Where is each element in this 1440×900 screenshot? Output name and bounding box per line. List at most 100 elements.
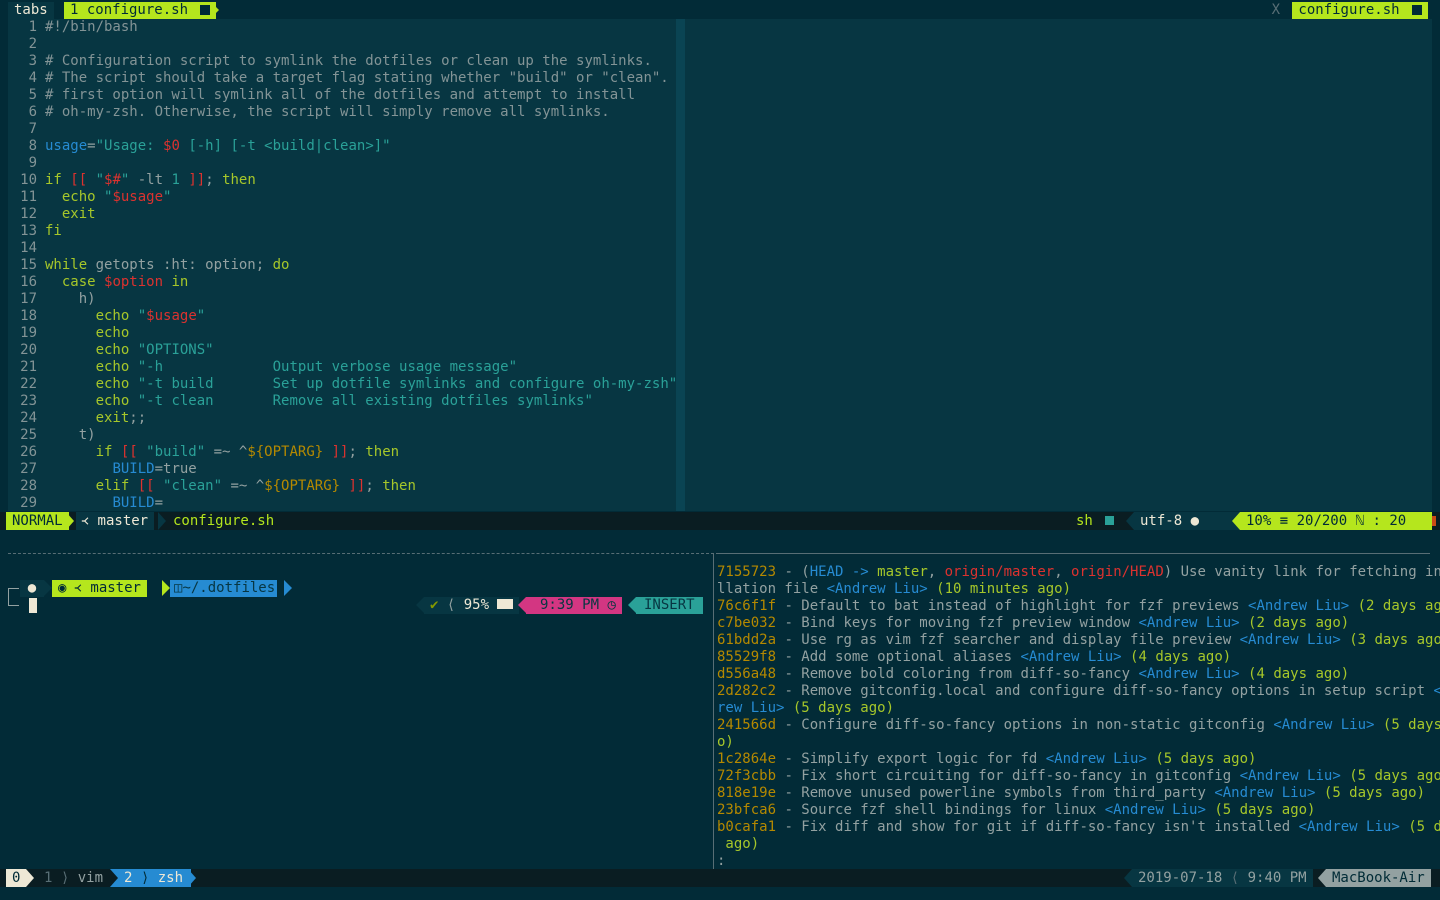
window-arrow-end (188, 869, 196, 887)
path-arrow (284, 580, 292, 597)
git-log-line: 818e19e - Remove unused powerline symbol… (717, 785, 1435, 802)
code-token: # Configuration script to symlink the do… (45, 53, 652, 69)
code-token: ${OPTARG} (264, 478, 341, 494)
code-line[interactable]: 14 (8, 240, 676, 257)
code-line[interactable]: 23 echo "-t clean Remove all existing do… (8, 393, 676, 410)
vim-tabline: tabs 1 configure.sh X configure.sh (0, 2, 1440, 19)
log-token: <Andrew Liu> (1239, 632, 1341, 648)
log-token: <Andrew Liu> (1298, 819, 1400, 835)
code-line[interactable]: 27 BUILD=true (8, 461, 676, 478)
code-line[interactable]: 16 case $option in (8, 274, 676, 291)
code-token: exit (95, 410, 130, 426)
code-token: echo (95, 393, 138, 409)
code-token: $# (104, 172, 121, 188)
code-token: "OPTIONS" (137, 342, 214, 358)
code-line[interactable]: 6 # oh-my-zsh. Otherwise, the script will… (8, 104, 676, 121)
log-token: <Andrew Liu> (1138, 666, 1240, 682)
git-log-line: 72f3cbb - Fix short circuiting for diff-… (717, 768, 1440, 785)
code-line[interactable]: 12 exit (8, 206, 676, 223)
vim-statusline: NORMAL ᚜ master configure.sh sh utf-8 ● … (0, 512, 1440, 530)
log-token: 241566d (717, 717, 777, 733)
code-line[interactable]: 29 BUILD= (8, 495, 676, 511)
branch-arrow (158, 512, 166, 530)
code-line[interactable]: 9 (8, 155, 676, 172)
host-name: MacBook-Air (1326, 869, 1431, 887)
git-log-line: 23bfca6 - Source fzf shell bindings for … (717, 802, 1435, 819)
code-line[interactable]: 24 exit;; (8, 410, 676, 427)
line-number: 8 (28, 138, 37, 154)
log-token: (5 days (1408, 819, 1440, 835)
line-number: 12 (20, 206, 37, 222)
vi-mode-indicator: INSERT (636, 597, 703, 614)
code-line[interactable]: 3 # Configuration script to symlink the d… (8, 53, 676, 70)
code-line[interactable]: 5 # first option will symlink all of the … (8, 87, 676, 104)
code-token: echo (95, 308, 138, 324)
column-icon: ℕ (1355, 513, 1365, 529)
code-line[interactable]: 18 echo "$usage" (8, 308, 676, 325)
horizontal-split-divider-right[interactable] (716, 553, 1430, 555)
code-line[interactable]: 21 echo "-h Output verbose usage message… (8, 359, 676, 376)
pane-divider[interactable] (713, 554, 714, 870)
code-line[interactable]: 19 echo (8, 325, 676, 342)
zsh-pane[interactable]: ● ◉ ᚜ master ◫~/.dotfiles ✔ ⟨ 95% 9:39 P… (0, 554, 713, 869)
code-token: = (87, 138, 96, 154)
line-number: 4 (28, 70, 37, 86)
git-segment: ◉ ᚜ master (52, 580, 147, 597)
filetype-label: sh (1076, 513, 1093, 529)
line-number: 16 (20, 274, 37, 290)
code-token: $0 (163, 138, 180, 154)
time-arrow (518, 597, 526, 614)
code-line[interactable]: 28 elif [[ "clean" =~ ^${OPTARG} ]]; the… (8, 478, 676, 495)
code-line[interactable]: 17 h) (8, 291, 676, 308)
column-position: : 20 (1372, 513, 1407, 529)
separator-icon: ⟩ (140, 870, 150, 886)
code-line[interactable]: 11 echo "$usage" (8, 189, 676, 206)
encoding-indicator: utf-8 ● (1134, 512, 1240, 530)
line-number: 27 (20, 461, 37, 477)
status-segment: ✔ ⟨ 95% (424, 597, 520, 614)
git-log-line: 7155723 - (HEAD -> master, origin/master… (717, 564, 1440, 581)
vim-editor-pane[interactable]: 1 #!/bin/bash 2 3 # Configuration script to … (8, 19, 676, 511)
code-token: ]] (323, 444, 349, 460)
code-line[interactable]: 1 #!/bin/bash (8, 19, 676, 36)
code-token: if (95, 444, 121, 460)
code-line[interactable]: 2 (8, 36, 676, 53)
log-token: - Source fzf shell bindings for linux (776, 802, 1105, 818)
close-tab-button[interactable]: X (1262, 2, 1290, 19)
code-line[interactable]: 7 (8, 121, 676, 138)
code-line[interactable]: 25 t) (8, 427, 676, 444)
code-line[interactable]: 20 echo "OPTIONS" (8, 342, 676, 359)
code-token: if (45, 172, 71, 188)
scroll-percent: 10% (1246, 513, 1272, 529)
code-line[interactable]: 15 while getopts :ht: option; do (8, 257, 676, 274)
window-zsh[interactable]: 2 ⟩ zsh (118, 869, 192, 887)
line-number: 1 (28, 19, 37, 35)
code-line[interactable]: 22 echo "-t build Set up dotfile symlink… (8, 376, 676, 393)
tabs-label: tabs (8, 2, 54, 19)
github-icon: ◉ (58, 580, 75, 596)
code-line[interactable]: 8 usage="Usage: $0 [-h] [-t <build|clean>… (8, 138, 676, 155)
vertical-split-divider[interactable] (676, 19, 685, 511)
log-token: - Simplify export logic for fd (776, 751, 1046, 767)
code-token: BUILD (112, 495, 155, 511)
window-vim[interactable]: 1 ⟩ vim (44, 869, 103, 887)
session-index[interactable]: 0 (6, 869, 27, 887)
git-log-pane[interactable]: 7155723 - (HEAD -> master, origin/master… (717, 564, 1440, 870)
log-token: (5 days ago) (1340, 768, 1440, 784)
vim-empty-pane[interactable] (685, 19, 1432, 511)
tab-configure-sh[interactable]: 1 configure.sh (64, 2, 217, 19)
code-line[interactable]: 13 fi (8, 223, 676, 240)
code-token: "Usage: (95, 138, 164, 154)
code-line[interactable]: 26 if [[ "build" =~ ^${OPTARG} ]]; then (8, 444, 676, 461)
log-token: (5 days ago) (1315, 785, 1426, 801)
separator-icon: ⟨ (446, 597, 456, 613)
separator-icon: ⟨ (1230, 870, 1240, 886)
buffer-configure-sh[interactable]: configure.sh (1292, 2, 1428, 19)
code-line[interactable]: 10 if [[ "$#" -lt 1 ]]; then (8, 172, 676, 189)
log-token: HEAD -> (809, 564, 878, 580)
code-line[interactable]: 4 # The script should take a target flag … (8, 70, 676, 87)
